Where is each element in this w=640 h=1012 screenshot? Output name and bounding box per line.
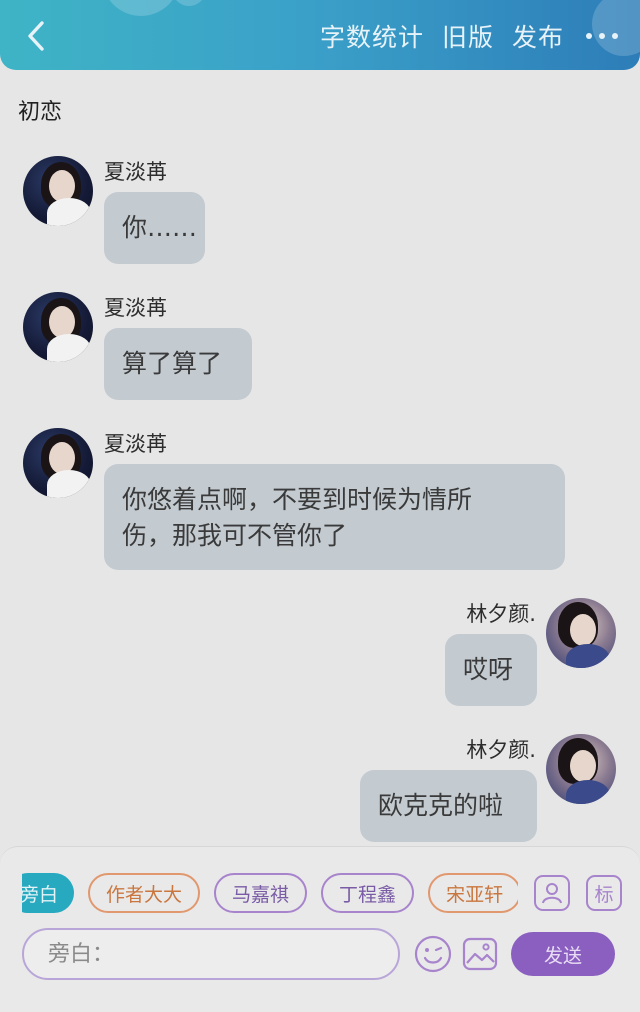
top-bar: 字数统计 旧版 发布 bbox=[0, 0, 640, 70]
more-button[interactable] bbox=[582, 33, 622, 39]
message-bubble[interactable]: 你悠着点啊，不要到时候为情所伤，那我可不管你了 bbox=[104, 464, 565, 570]
smiley-icon bbox=[414, 935, 452, 973]
role-chip-character[interactable]: 马嘉祺 bbox=[214, 873, 308, 913]
avatar-shirt bbox=[566, 644, 610, 668]
role-chip-character[interactable]: 丁程鑫 bbox=[321, 873, 415, 913]
tag-button[interactable]: 标 bbox=[586, 875, 622, 911]
sender-name: 林夕颜. bbox=[466, 738, 536, 762]
tag-icon: 标 bbox=[594, 883, 614, 906]
more-dot bbox=[586, 33, 592, 39]
person-icon bbox=[542, 883, 562, 904]
role-chip-narrator[interactable]: 旁白 bbox=[22, 873, 75, 913]
decor-bubble bbox=[102, 0, 180, 16]
avatar[interactable] bbox=[23, 156, 93, 226]
more-dot bbox=[599, 33, 605, 39]
decor-bubble bbox=[172, 0, 206, 6]
avatar-face bbox=[570, 614, 596, 646]
more-dot bbox=[612, 33, 618, 39]
avatar-shirt bbox=[47, 334, 91, 362]
image-button[interactable] bbox=[462, 936, 498, 972]
avatar[interactable] bbox=[546, 734, 616, 804]
add-role-button[interactable] bbox=[534, 875, 570, 911]
avatar[interactable] bbox=[23, 428, 93, 498]
role-selector[interactable]: 旁白 作者大大 马嘉祺 丁程鑫 宋亚轩 bbox=[22, 873, 518, 915]
role-chip-character[interactable]: 宋亚轩 bbox=[428, 873, 518, 913]
avatar-shirt bbox=[47, 198, 91, 226]
message-input[interactable] bbox=[48, 941, 398, 967]
send-button[interactable]: 发送 bbox=[511, 932, 615, 976]
old-version-link[interactable]: 旧版 bbox=[442, 18, 494, 54]
chevron-left-icon bbox=[28, 21, 44, 51]
avatar[interactable] bbox=[23, 292, 93, 362]
avatar[interactable] bbox=[546, 598, 616, 668]
avatar-face bbox=[570, 750, 596, 782]
role-chip-author[interactable]: 作者大大 bbox=[88, 873, 201, 913]
sender-name: 林夕颜. bbox=[466, 602, 536, 626]
message-bubble[interactable]: 哎呀 bbox=[445, 634, 537, 706]
back-button[interactable] bbox=[18, 16, 54, 56]
avatar-shirt bbox=[566, 780, 610, 804]
publish-link[interactable]: 发布 bbox=[512, 18, 564, 54]
sender-name: 夏淡苒 bbox=[104, 432, 167, 456]
message-bubble[interactable]: 你…… bbox=[104, 192, 205, 264]
sender-name: 夏淡苒 bbox=[104, 160, 167, 184]
image-icon bbox=[462, 937, 498, 971]
message-bubble[interactable]: 欧克克的啦 bbox=[360, 770, 537, 842]
role-track: 旁白 作者大大 马嘉祺 丁程鑫 宋亚轩 bbox=[22, 873, 518, 913]
message-bubble[interactable]: 算了算了 bbox=[104, 328, 252, 400]
sender-name: 夏淡苒 bbox=[104, 296, 167, 320]
message-input-wrapper bbox=[22, 928, 400, 980]
word-count-link[interactable]: 字数统计 bbox=[320, 18, 424, 54]
chat-title: 初恋 bbox=[18, 100, 63, 125]
top-actions: 字数统计 旧版 发布 bbox=[320, 14, 622, 58]
avatar-shirt bbox=[47, 470, 91, 498]
emoji-button[interactable] bbox=[414, 935, 452, 973]
